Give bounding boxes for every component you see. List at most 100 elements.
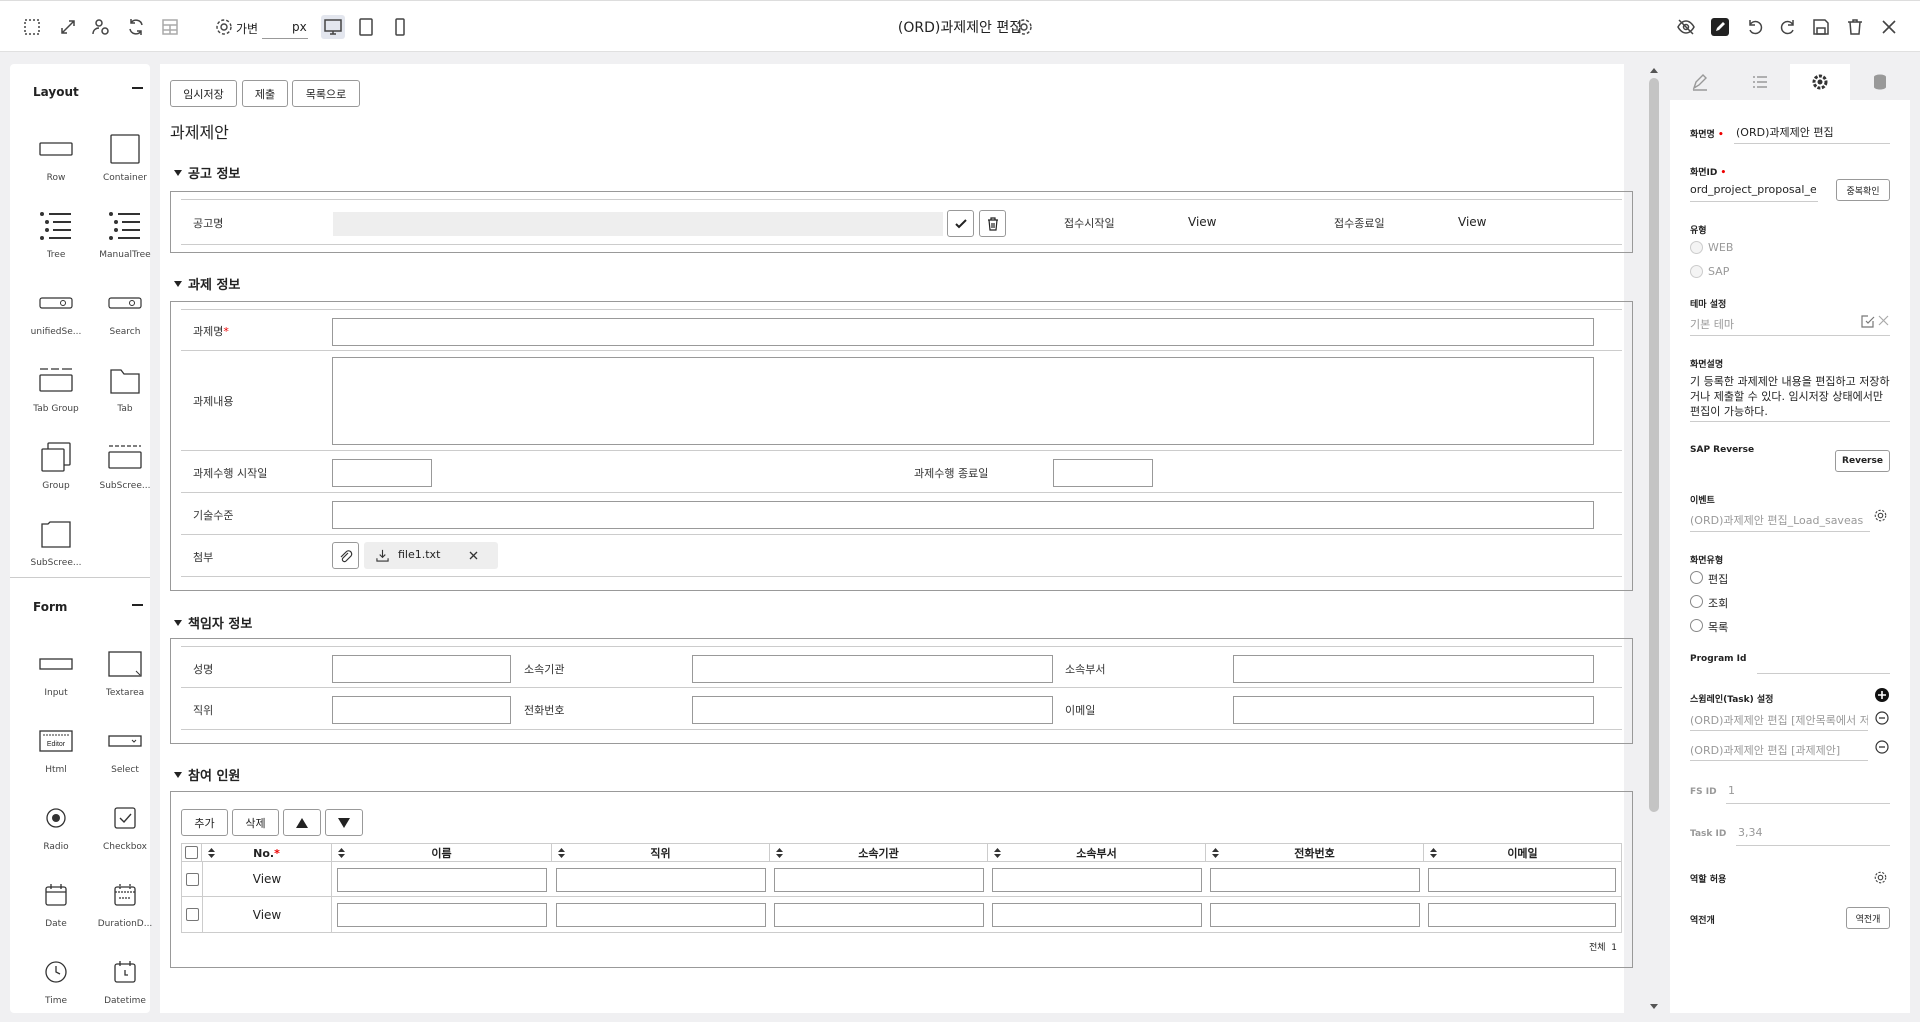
dept-input[interactable] — [1233, 655, 1594, 683]
col-dept[interactable]: 소속부서 — [988, 844, 1206, 862]
component-tabgroup[interactable]: Tab Group — [21, 360, 91, 422]
temp-save-button[interactable]: 임시저장 — [170, 80, 237, 107]
component-search[interactable]: Search — [90, 283, 160, 345]
task-id-input[interactable]: 3,34 — [1738, 826, 1763, 839]
description-textarea[interactable]: 기 등록한 과제제안 내용을 편집하고 저장하거나 제출할 수 있다. 임시저장… — [1690, 374, 1890, 422]
org-input[interactable] — [692, 655, 1053, 683]
row-dept-input[interactable] — [992, 903, 1202, 927]
move-up-button[interactable] — [283, 809, 321, 836]
screen-type-view-radio[interactable] — [1690, 595, 1703, 608]
event-settings-icon[interactable] — [1873, 508, 1888, 523]
phone-input[interactable] — [692, 696, 1053, 724]
component-html[interactable]: Editor Html — [21, 721, 91, 783]
task-content-textarea[interactable] — [332, 357, 1594, 445]
notice-name-field[interactable] — [333, 212, 943, 236]
row-dept-input[interactable] — [992, 868, 1202, 892]
scroll-up-arrow[interactable] — [1650, 68, 1658, 73]
component-date[interactable]: Date — [21, 875, 91, 937]
select-all-checkbox[interactable] — [185, 846, 198, 859]
component-checkbox[interactable]: Checkbox — [90, 798, 160, 860]
remove-circle-icon[interactable] — [1875, 740, 1889, 754]
participants-section-title[interactable]: 참여 인원 — [174, 765, 240, 784]
delete-notice-button[interactable] — [979, 210, 1006, 237]
component-container[interactable]: Container — [90, 129, 160, 191]
component-group[interactable]: Group — [21, 437, 91, 499]
component-tab[interactable]: Tab — [90, 360, 160, 422]
title-settings-icon[interactable] — [1012, 15, 1036, 39]
back-to-list-button[interactable]: 목록으로 — [292, 80, 360, 107]
type-sap-radio[interactable] — [1690, 265, 1703, 278]
select-area-icon[interactable] — [20, 15, 44, 39]
col-phone[interactable]: 전화번호 — [1206, 844, 1424, 862]
task-section-title[interactable]: 과제 정보 — [174, 274, 240, 293]
clear-icon[interactable] — [1878, 315, 1889, 326]
row-phone-input[interactable] — [1210, 868, 1420, 892]
tab-style[interactable] — [1670, 64, 1730, 100]
delete-row-button[interactable]: 삭제 — [232, 809, 279, 836]
col-org[interactable]: 소속기관 — [770, 844, 988, 862]
col-name[interactable]: 이름 — [332, 844, 552, 862]
type-web-radio[interactable] — [1690, 241, 1703, 254]
event-input[interactable]: (ORD)과제제안 편집_Load_saveas — [1690, 512, 1868, 528]
name-input[interactable] — [332, 655, 511, 683]
undo-icon[interactable] — [1743, 15, 1767, 39]
trash-icon[interactable] — [1843, 15, 1867, 39]
tech-level-input[interactable] — [332, 501, 1594, 529]
component-datetime[interactable]: Datetime — [90, 952, 160, 1014]
fs-id-input[interactable]: 1 — [1728, 784, 1735, 797]
swimlane-item-2[interactable]: (ORD)과제제안 편집 [과제제안] — [1690, 742, 1868, 758]
redo-icon[interactable] — [1776, 15, 1800, 39]
screen-name-input[interactable]: (ORD)과제제안 편집 — [1736, 124, 1834, 140]
tab-list[interactable] — [1730, 64, 1790, 100]
tablet-icon[interactable] — [354, 15, 378, 39]
eye-off-icon[interactable] — [1674, 15, 1698, 39]
remove-file-icon[interactable] — [468, 550, 479, 561]
collapse-form-icon[interactable] — [132, 604, 143, 606]
task-end-date-input[interactable] — [1053, 459, 1153, 487]
row-position-input[interactable] — [556, 903, 766, 927]
component-subscreen[interactable]: SubScree... — [90, 437, 160, 499]
row-org-input[interactable] — [774, 903, 984, 927]
mobile-icon[interactable] — [388, 15, 412, 39]
row-checkbox[interactable] — [186, 873, 199, 886]
screen-type-edit-radio[interactable] — [1690, 571, 1703, 584]
gear-icon[interactable] — [212, 15, 236, 39]
component-durationdate[interactable]: DurationD... — [90, 875, 160, 937]
component-textarea[interactable]: Textarea — [90, 644, 160, 706]
component-tree[interactable]: Tree — [21, 206, 91, 268]
screen-type-list-radio[interactable] — [1690, 619, 1703, 632]
component-subscreen-2[interactable]: SubScree... — [21, 514, 91, 576]
duplicate-check-button[interactable]: 중복확인 — [1836, 179, 1890, 201]
scroll-thumb[interactable] — [1649, 78, 1659, 812]
component-row[interactable]: Row — [21, 129, 91, 191]
row-checkbox[interactable] — [186, 908, 199, 921]
notice-section-title[interactable]: 공고 정보 — [174, 163, 240, 182]
col-no[interactable]: No. * — [202, 844, 332, 862]
row-name-input[interactable] — [337, 903, 547, 927]
refresh-icon[interactable] — [124, 15, 148, 39]
col-email[interactable]: 이메일 — [1424, 844, 1621, 862]
row-position-input[interactable] — [556, 868, 766, 892]
remove-circle-icon[interactable] — [1875, 711, 1889, 725]
table-icon[interactable] — [158, 15, 182, 39]
component-input[interactable]: Input — [21, 644, 91, 706]
row-email-input[interactable] — [1428, 903, 1616, 927]
close-icon[interactable] — [1877, 15, 1901, 39]
collapse-layout-icon[interactable] — [132, 87, 143, 89]
file-chip[interactable]: file1.txt — [364, 542, 498, 569]
add-circle-icon[interactable] — [1875, 688, 1889, 702]
add-row-button[interactable]: 추가 — [181, 809, 228, 836]
manager-section-title[interactable]: 책임자 정보 — [174, 613, 252, 632]
row-email-input[interactable] — [1428, 868, 1616, 892]
edit-mode-icon[interactable] — [1708, 15, 1732, 39]
expand-icon[interactable] — [56, 15, 80, 39]
row-org-input[interactable] — [774, 868, 984, 892]
col-position[interactable]: 직위 — [552, 844, 770, 862]
tab-data[interactable] — [1850, 64, 1910, 100]
user-settings-icon[interactable] — [89, 15, 113, 39]
save-icon[interactable] — [1809, 15, 1833, 39]
theme-input[interactable]: 기본 테마 — [1690, 316, 1734, 332]
program-id-input[interactable] — [1757, 673, 1890, 674]
attach-button[interactable] — [332, 542, 359, 569]
component-select[interactable]: Select — [90, 721, 160, 783]
